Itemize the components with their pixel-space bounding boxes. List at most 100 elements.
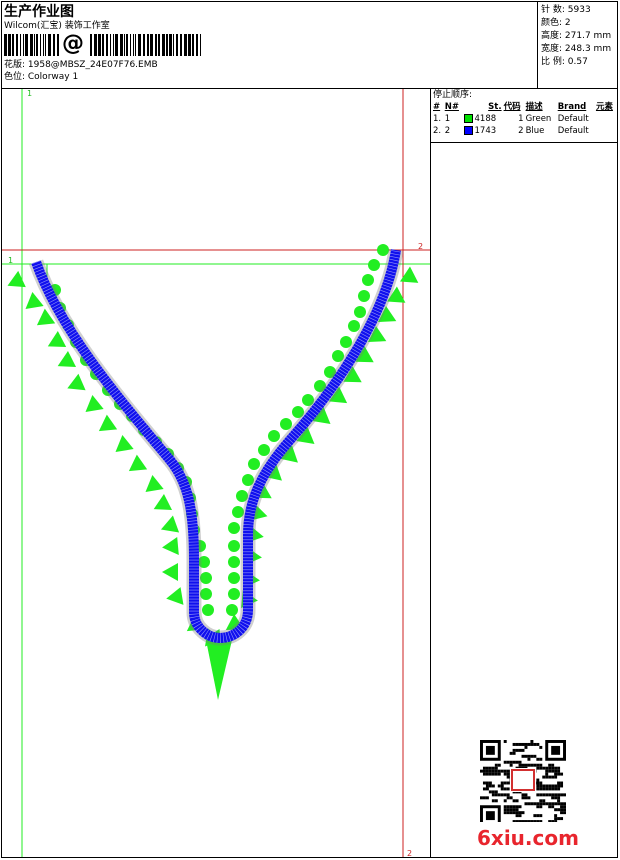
qr-module (506, 781, 510, 785)
qr-module (512, 808, 516, 812)
qr-module (536, 784, 540, 788)
blue-satin-column (31, 249, 401, 644)
qr-module (563, 808, 566, 812)
green-dot (228, 572, 240, 584)
barcode-bar (169, 34, 172, 56)
qr-module (539, 793, 543, 797)
qr-module (482, 796, 486, 800)
qr-module (554, 772, 558, 776)
qr-module (509, 796, 513, 800)
green-spike (7, 270, 26, 288)
qr-module (503, 811, 507, 815)
qr-module (527, 820, 531, 824)
col-stitches: St. (488, 102, 502, 112)
qr-module (551, 787, 555, 791)
qr-module (557, 793, 561, 797)
qr-module (485, 787, 489, 791)
stat-height: 高度: 271.7 mm (541, 31, 612, 41)
qr-module (557, 808, 561, 812)
barcode-bar (184, 34, 187, 56)
barcode-bar (200, 34, 201, 56)
qr-module (554, 769, 558, 773)
green-dot (202, 604, 214, 616)
barcode-bar (150, 34, 153, 56)
qr-module (536, 742, 540, 746)
qr-module (539, 820, 543, 824)
qr-module (515, 814, 519, 818)
qr-module (539, 805, 543, 809)
header-info: 生产作业图 Wilcom(汇宝) 装饰工作室 @ 花版: 1958@MBSZ_2… (4, 4, 534, 88)
header-divider-vertical (537, 1, 538, 88)
qr-module (536, 820, 540, 824)
qr-module (557, 784, 561, 788)
qr-module (527, 754, 531, 758)
qr-module (515, 799, 519, 803)
qr-module (560, 784, 564, 788)
qr-module (494, 790, 498, 794)
green-spike (128, 454, 148, 472)
barcode-bar (25, 34, 28, 56)
stop-sequence-panel: 停止顺序: # N# St. 代码 描述 Brand 元素 1. 1 4188 … (432, 89, 618, 137)
qr-module (512, 751, 516, 755)
qr-module (515, 742, 519, 746)
qr-finder-core (485, 745, 495, 755)
qr-module (515, 820, 519, 824)
watermark: 6xiu.com (477, 826, 579, 850)
qr-module (539, 802, 543, 806)
qr-module (509, 805, 513, 809)
barcode-bar (98, 34, 101, 56)
barcode-bar (43, 34, 44, 56)
green-spike (67, 373, 86, 391)
green-dot (348, 320, 360, 332)
qr-module (497, 793, 501, 797)
qr-module (518, 805, 522, 809)
qr-module (503, 787, 507, 791)
qr-module (554, 784, 558, 788)
qr-module (545, 775, 549, 779)
green-dot (248, 458, 260, 470)
stat-width: 宽度: 248.3 mm (541, 44, 612, 54)
qr-module (557, 781, 561, 785)
qr-module (554, 775, 558, 779)
barcode-bar (135, 34, 136, 56)
barcode-bar (162, 34, 165, 56)
qr-module (512, 799, 516, 803)
qr-module (503, 769, 507, 773)
qr-module (503, 772, 507, 776)
qr-module (497, 763, 501, 767)
qr-finder-core (551, 745, 561, 755)
green-spike (160, 515, 180, 533)
qr-module (557, 766, 561, 770)
qr-module (527, 802, 531, 806)
green-dot (280, 418, 292, 430)
qr-module (533, 763, 537, 767)
qr-module (536, 802, 540, 806)
qr-module (512, 811, 516, 815)
qr-module (521, 754, 525, 758)
qr-module (503, 799, 507, 803)
qr-module (506, 775, 510, 779)
barcode-bar (34, 34, 35, 56)
qr-module (524, 793, 528, 797)
qr-module (488, 766, 492, 770)
qr-module (563, 793, 566, 797)
qr-module (551, 766, 555, 770)
qr-module (533, 814, 537, 818)
qr-module (488, 772, 492, 776)
qr-module (548, 766, 552, 770)
qr-module (506, 793, 510, 797)
green-dot (368, 259, 380, 271)
barcode-bar (36, 34, 38, 56)
barcode-bar (126, 34, 128, 56)
barcode-bar (147, 34, 149, 56)
qr-module (548, 763, 552, 767)
qr-module (536, 763, 540, 767)
qr-module (480, 769, 483, 773)
qr-module (500, 784, 504, 788)
qr-module (527, 796, 531, 800)
stop-sequence-table: # N# St. 代码 描述 Brand 元素 1. 1 4188 1 Gree… (432, 101, 617, 137)
qr-module (485, 769, 489, 773)
barcode-bar (4, 34, 7, 56)
qr-module (560, 811, 564, 815)
stat-scale: 比 例: 0.57 (541, 57, 588, 67)
